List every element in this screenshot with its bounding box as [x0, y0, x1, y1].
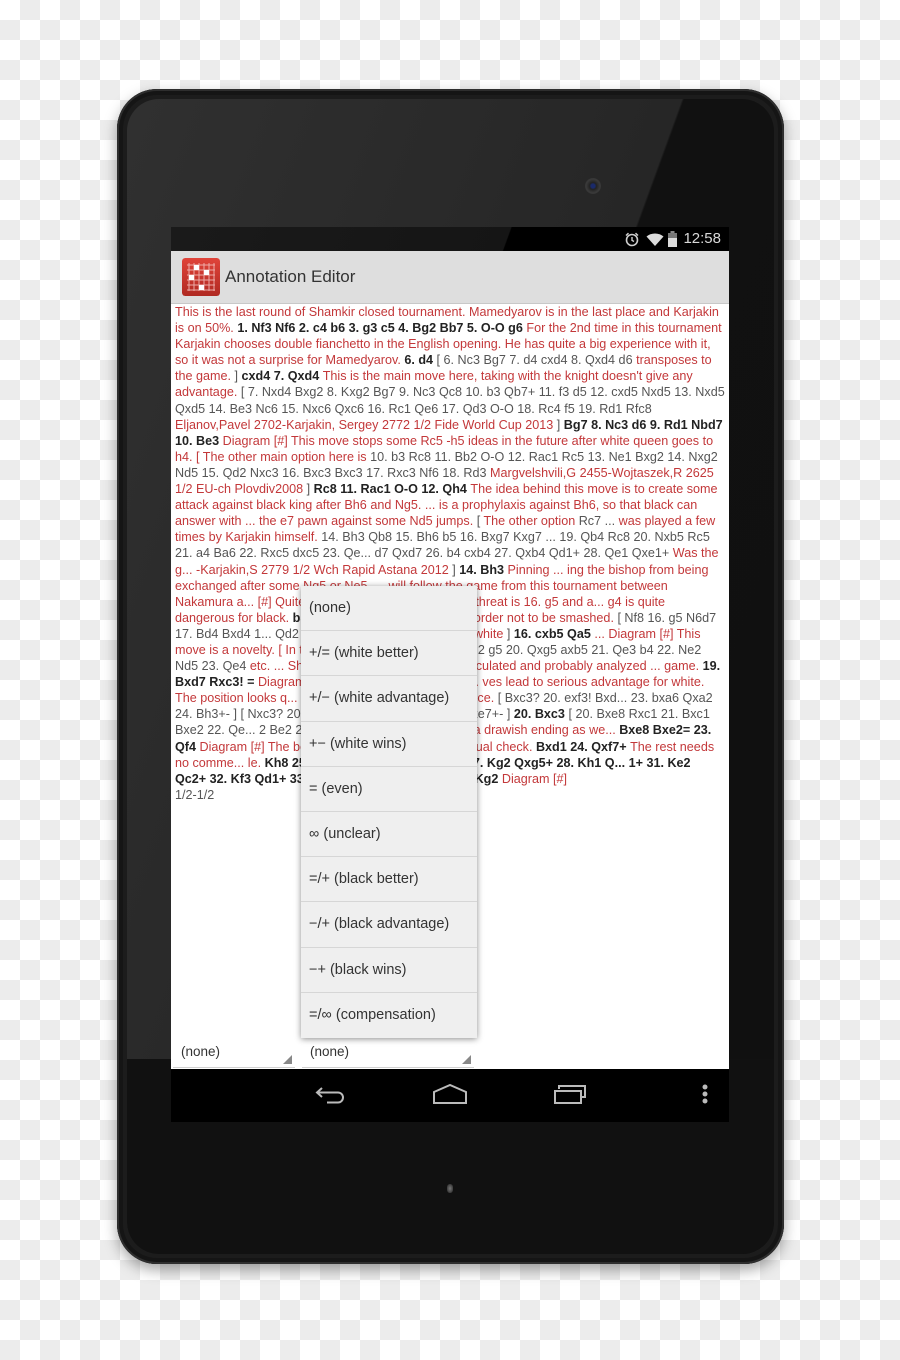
action-bar: Annotation Editor — [171, 251, 729, 304]
move-text[interactable]: 20. Bxc3 — [514, 707, 569, 721]
spinner-arrow-icon — [462, 1055, 471, 1064]
dropdown-option[interactable]: −/+ (black advantage) — [301, 902, 477, 948]
variation-text[interactable]: Rc7 ... — [579, 514, 619, 528]
variation-text[interactable]: ] — [507, 627, 514, 641]
evaluation-dropdown-menu: (none) +/= (white better) +/− (white advan… — [301, 586, 477, 1038]
spinner-arrow-icon — [283, 1055, 292, 1064]
dropdown-option[interactable]: =/∞ (compensation) — [301, 993, 477, 1038]
dropdown-option[interactable]: ∞ (unclear) — [301, 812, 477, 858]
front-camera-icon — [585, 178, 601, 194]
dropdown-option[interactable]: =/+ (black better) — [301, 857, 477, 903]
move-text[interactable]: 6. d4 — [404, 353, 436, 367]
dropdown-option[interactable]: +/= (white better) — [301, 631, 477, 677]
dropdown-option[interactable]: −+ (black wins) — [301, 948, 477, 993]
dropdown-option[interactable]: = (even) — [301, 767, 477, 812]
editor-content: This is the last round of Shamkir closed… — [171, 304, 729, 1122]
move-text[interactable]: 14. Bh3 — [459, 563, 507, 577]
battery-icon — [668, 230, 678, 247]
back-icon — [314, 1084, 346, 1109]
dropdown-option[interactable]: +/− (white advantage) — [301, 676, 477, 722]
move-text[interactable]: Bxd1 24. Qxf7+ — [536, 740, 630, 754]
move-text[interactable]: cxd4 7. Qxd4 — [242, 369, 323, 383]
move-annotation-spinner[interactable]: (none) — [173, 1041, 295, 1068]
navigation-bar — [171, 1069, 729, 1122]
move-text[interactable]: 16. cxb5 Qa5 — [514, 627, 595, 641]
recent-apps-icon — [554, 1084, 586, 1109]
chessboard-app-icon[interactable] — [182, 258, 220, 296]
status-bar: 12:58 — [171, 227, 729, 251]
status-time: 12:58 — [683, 230, 721, 247]
dropdown-option[interactable]: +− (white wins) — [301, 722, 477, 767]
home-button[interactable] — [430, 1081, 470, 1111]
notification-led — [447, 1184, 453, 1193]
overflow-menu-icon — [701, 1084, 709, 1109]
move-text[interactable]: Rc8 11. Rac1 O-O 12. Qh4 — [314, 482, 471, 496]
comment-text[interactable]: Diagram [#] — [502, 772, 567, 786]
dropdown-option[interactable]: (none) — [301, 586, 477, 632]
comment-text[interactable]: Eljanov,Pavel 2702-Karjakin, Sergey 2772… — [175, 418, 557, 432]
device-screen: 12:58 Annotation Editor This is the last… — [171, 227, 729, 1122]
evaluation-spinner[interactable]: (none) — [302, 1041, 474, 1068]
wifi-icon — [646, 231, 664, 247]
comment-text[interactable]: The other option — [483, 514, 578, 528]
comment-text[interactable]: [ The other main option here is — [196, 450, 370, 464]
alarm-icon — [624, 231, 640, 247]
variation-text[interactable]: [ 7. Nxd4 Bxg2 8. Kxg2 Bg7 9. Nc3 Qc8 10… — [175, 385, 725, 415]
variation-text[interactable]: ] — [557, 418, 564, 432]
overflow-menu-button[interactable] — [685, 1081, 725, 1111]
variation-text[interactable]: ] — [307, 482, 314, 496]
home-icon — [433, 1083, 467, 1109]
recent-apps-button[interactable] — [550, 1081, 590, 1111]
move-text[interactable]: 1. Nf3 Nf6 2. c4 b6 3. g3 c5 4. Bg2 Bb7 … — [237, 321, 526, 335]
variation-text[interactable]: 1/2-1/2 — [175, 788, 214, 802]
back-button[interactable] — [310, 1081, 350, 1111]
variation-text[interactable]: ] — [235, 369, 242, 383]
app-title: Annotation Editor — [225, 267, 356, 286]
variation-text[interactable]: [ 6. Nc3 Bg7 7. d4 cxd4 8. Qxd4 d6 — [437, 353, 637, 367]
